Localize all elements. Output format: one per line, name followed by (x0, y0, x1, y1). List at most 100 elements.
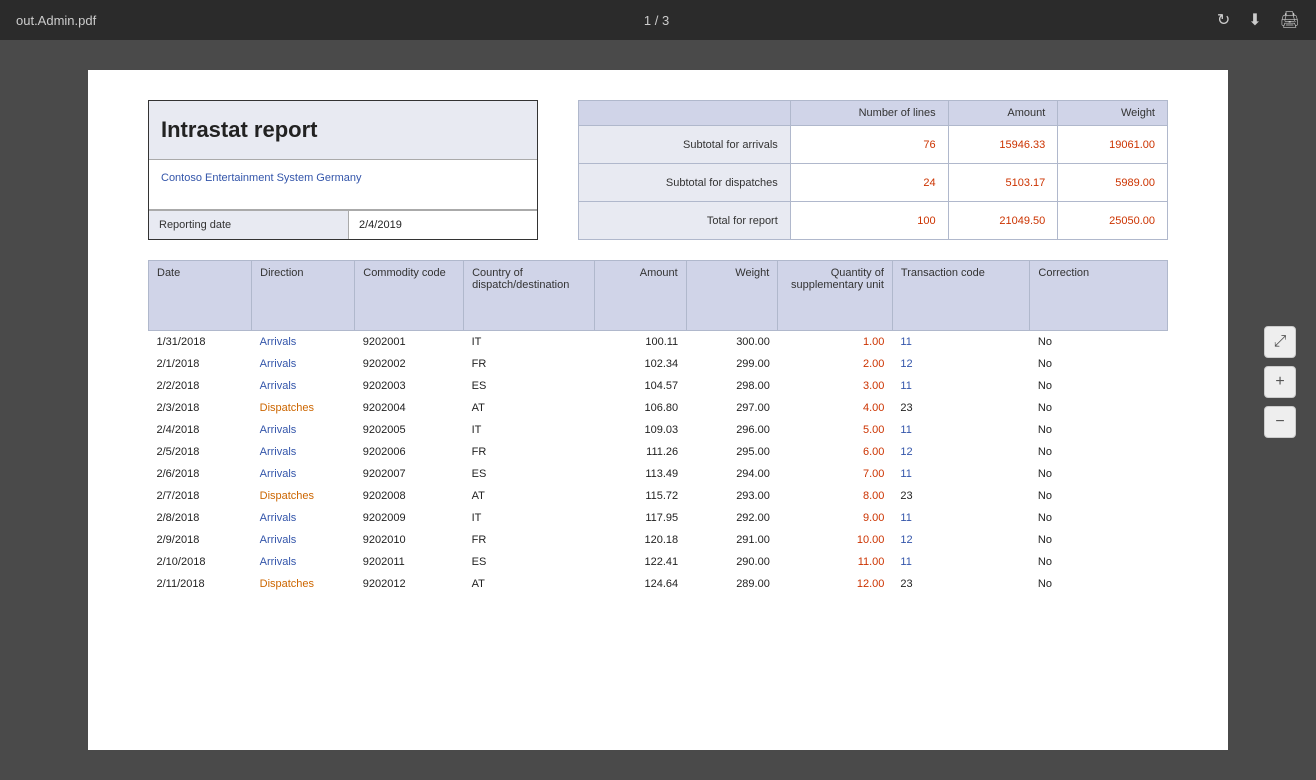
cell-transaction: 12 (892, 529, 1030, 551)
cell-date: 2/3/2018 (149, 397, 252, 419)
cell-amount: 104.57 (595, 375, 687, 397)
cell-country: AT (464, 485, 595, 507)
table-row: 2/7/2018 Dispatches 9202008 AT 115.72 29… (149, 485, 1168, 507)
table-row: 2/1/2018 Arrivals 9202002 FR 102.34 299.… (149, 353, 1168, 375)
summary-amount: 21049.50 (948, 202, 1058, 240)
summary-table: Number of lines Amount Weight Subtotal f… (578, 100, 1168, 240)
cell-transaction: 12 (892, 441, 1030, 463)
cell-qty: 7.00 (778, 463, 893, 485)
refresh-icon[interactable]: ↻ (1217, 10, 1230, 30)
cell-amount: 122.41 (595, 551, 687, 573)
cell-weight: 297.00 (686, 397, 778, 419)
toolbar-center: 1 / 3 (644, 13, 669, 28)
cell-country: FR (464, 441, 595, 463)
zoom-out-button[interactable]: − (1264, 406, 1296, 438)
report-info-box: Intrastat report Contoso Entertainment S… (148, 100, 538, 240)
summary-header-lines: Number of lines (790, 101, 948, 126)
summary-label: Subtotal for dispatches (579, 164, 791, 202)
cell-date: 2/5/2018 (149, 441, 252, 463)
cell-date: 2/2/2018 (149, 375, 252, 397)
cell-direction: Arrivals (252, 441, 355, 463)
table-row: 2/2/2018 Arrivals 9202003 ES 104.57 298.… (149, 375, 1168, 397)
cell-qty: 12.00 (778, 573, 893, 595)
cell-transaction: 23 (892, 397, 1030, 419)
cell-transaction: 23 (892, 485, 1030, 507)
cell-country: ES (464, 375, 595, 397)
cell-weight: 292.00 (686, 507, 778, 529)
page-info: 1 / 3 (644, 13, 669, 28)
cell-weight: 291.00 (686, 529, 778, 551)
col-header-qty: Quantity of supplementary unit (778, 261, 893, 331)
cell-commodity: 9202008 (355, 485, 464, 507)
cell-weight: 294.00 (686, 463, 778, 485)
cell-qty: 5.00 (778, 419, 893, 441)
cell-date: 2/1/2018 (149, 353, 252, 375)
report-title-row: Intrastat report (149, 101, 537, 160)
cell-commodity: 9202001 (355, 331, 464, 354)
cell-transaction: 11 (892, 507, 1030, 529)
report-title: Intrastat report (161, 117, 317, 142)
cell-country: AT (464, 397, 595, 419)
col-header-transaction: Transaction code (892, 261, 1030, 331)
cell-country: AT (464, 573, 595, 595)
toolbar-right: ↻ ⬇ 🖨 (1217, 10, 1300, 30)
table-row: 2/11/2018 Dispatches 9202012 AT 124.64 2… (149, 573, 1168, 595)
reporting-date-value: 2/4/2019 (349, 211, 412, 239)
toolbar-left: out.Admin.pdf (16, 13, 96, 28)
zoom-fit-button[interactable]: ⤢ (1264, 326, 1296, 358)
reporting-date-label: Reporting date (149, 211, 349, 239)
cell-direction: Arrivals (252, 375, 355, 397)
col-header-country: Country of dispatch/destination (464, 261, 595, 331)
report-company-row: Contoso Entertainment System Germany (149, 160, 537, 210)
filename-label: out.Admin.pdf (16, 13, 96, 28)
table-row: 1/31/2018 Arrivals 9202001 IT 100.11 300… (149, 331, 1168, 354)
cell-country: FR (464, 529, 595, 551)
cell-transaction: 11 (892, 419, 1030, 441)
cell-weight: 300.00 (686, 331, 778, 354)
cell-amount: 102.34 (595, 353, 687, 375)
cell-qty: 10.00 (778, 529, 893, 551)
download-icon[interactable]: ⬇ (1248, 10, 1261, 30)
table-row: 2/6/2018 Arrivals 9202007 ES 113.49 294.… (149, 463, 1168, 485)
cell-qty: 8.00 (778, 485, 893, 507)
cell-correction: No (1030, 441, 1168, 463)
summary-row: Subtotal for dispatches 24 5103.17 5989.… (579, 164, 1168, 202)
summary-header-amount: Amount (948, 101, 1058, 126)
col-header-weight: Weight (686, 261, 778, 331)
table-row: 2/10/2018 Arrivals 9202011 ES 122.41 290… (149, 551, 1168, 573)
cell-amount: 115.72 (595, 485, 687, 507)
cell-direction: Dispatches (252, 573, 355, 595)
cell-weight: 296.00 (686, 419, 778, 441)
print-icon[interactable]: 🖨 (1280, 10, 1300, 30)
summary-label: Total for report (579, 202, 791, 240)
table-row: 2/5/2018 Arrivals 9202006 FR 111.26 295.… (149, 441, 1168, 463)
cell-amount: 109.03 (595, 419, 687, 441)
cell-country: ES (464, 551, 595, 573)
cell-correction: No (1030, 397, 1168, 419)
cell-date: 2/8/2018 (149, 507, 252, 529)
col-header-correction: Correction (1030, 261, 1168, 331)
cell-correction: No (1030, 353, 1168, 375)
summary-header-weight: Weight (1058, 101, 1168, 126)
cell-correction: No (1030, 507, 1168, 529)
cell-date: 2/11/2018 (149, 573, 252, 595)
zoom-in-button[interactable]: + (1264, 366, 1296, 398)
cell-direction: Dispatches (252, 397, 355, 419)
cell-qty: 2.00 (778, 353, 893, 375)
table-row: 2/4/2018 Arrivals 9202005 IT 109.03 296.… (149, 419, 1168, 441)
cell-weight: 298.00 (686, 375, 778, 397)
cell-transaction: 11 (892, 375, 1030, 397)
cell-qty: 6.00 (778, 441, 893, 463)
summary-label: Subtotal for arrivals (579, 126, 791, 164)
cell-weight: 289.00 (686, 573, 778, 595)
pdf-page: Intrastat report Contoso Entertainment S… (88, 70, 1228, 750)
cell-amount: 113.49 (595, 463, 687, 485)
cell-direction: Arrivals (252, 551, 355, 573)
cell-direction: Arrivals (252, 331, 355, 354)
cell-correction: No (1030, 551, 1168, 573)
zoom-controls: ⤢ + − (1264, 326, 1296, 438)
cell-correction: No (1030, 375, 1168, 397)
cell-country: FR (464, 353, 595, 375)
cell-date: 2/9/2018 (149, 529, 252, 551)
cell-qty: 9.00 (778, 507, 893, 529)
